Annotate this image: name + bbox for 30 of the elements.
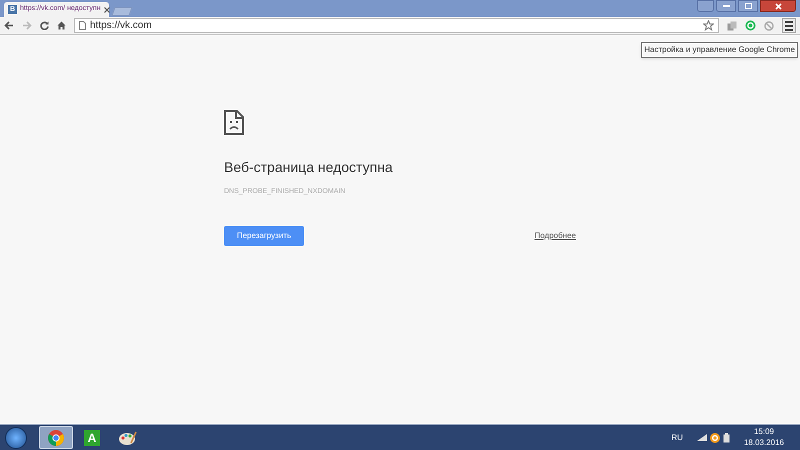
- ring-icon[interactable]: [745, 20, 756, 31]
- clock-date[interactable]: 18.03.2016: [744, 439, 784, 447]
- page-icon: [79, 21, 86, 30]
- address-bar[interactable]: https://vk.com: [74, 18, 719, 33]
- url-text: https://vk.com: [90, 20, 152, 30]
- details-link[interactable]: Подробнее: [534, 230, 576, 242]
- close-tab-icon[interactable]: [104, 6, 110, 12]
- browser-taskbar-button[interactable]: [39, 426, 73, 449]
- menu-button[interactable]: [782, 18, 796, 33]
- close-button[interactable]: [760, 0, 796, 12]
- palette-icon: [119, 430, 137, 444]
- start-button[interactable]: [5, 426, 27, 448]
- app-letter-icon: A: [84, 430, 100, 446]
- ring-tray-icon[interactable]: [710, 432, 720, 442]
- back-icon[interactable]: [4, 21, 14, 30]
- reload-icon[interactable]: [40, 21, 49, 30]
- extension-icon[interactable]: [727, 20, 737, 30]
- minimize-button[interactable]: [716, 0, 736, 12]
- battery-icon[interactable]: [722, 432, 730, 442]
- sad-page-icon: [224, 110, 244, 135]
- error-title: Веб-страница недоступна: [224, 160, 393, 174]
- clock-time[interactable]: 15:09: [754, 428, 774, 436]
- tooltip: Настройка и управление Google Chrome: [641, 42, 798, 58]
- language-indicator[interactable]: RU: [671, 432, 683, 444]
- signal-icon[interactable]: [696, 434, 707, 441]
- maximize-button[interactable]: [738, 0, 758, 12]
- chrome-icon: [48, 430, 64, 446]
- star-icon[interactable]: [703, 20, 714, 31]
- close-icon: [774, 2, 782, 10]
- home-icon[interactable]: [57, 21, 66, 30]
